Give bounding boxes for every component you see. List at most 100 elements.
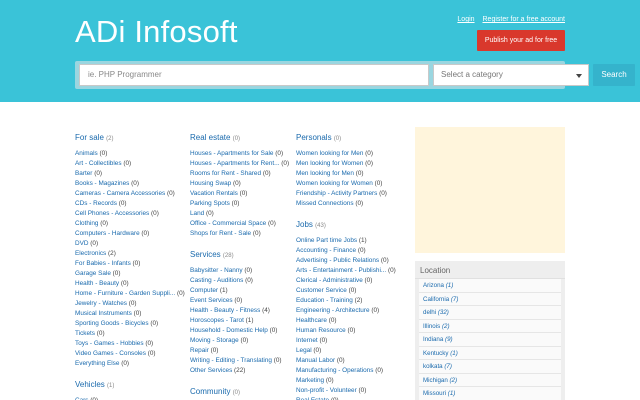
subcategory-link[interactable]: Human Resource (0) [296,326,396,336]
category-title-label: Services [190,250,221,259]
subcategory-link[interactable]: Vacation Rentals (0) [190,189,290,199]
publish-ad-button[interactable]: Publish your ad for free [477,30,565,51]
subcategory-link[interactable]: Legal (0) [296,346,396,356]
subcategory-link[interactable]: Manufacturing - Operations (0) [296,366,396,376]
site-logo[interactable]: ADi Infosoft [75,14,238,50]
subcategory-link[interactable]: Barter (0) [75,169,185,179]
subcategory-label: Manufacturing - Operations [296,367,374,374]
category-section-services: Services (28) Babysitter - Nanny (0) Casti… [190,249,290,376]
subcategory-link[interactable]: Marketing (0) [296,376,396,386]
location-item[interactable]: Arizona (1) [419,279,561,293]
subcategory-link[interactable]: Education - Training (2) [296,296,396,306]
subcategory-link[interactable]: Shops for Rent - Sale (0) [190,229,290,239]
subcategory-link[interactable]: Home - Furniture - Garden Suppli... (0) [75,289,185,299]
subcategory-link[interactable]: Non-profit - Volunteer (0) [296,386,396,396]
subcategory-link[interactable]: Cameras - Camera Accessories (0) [75,189,185,199]
category-title[interactable]: Jobs (43) [296,219,396,232]
subcategory-link[interactable]: Cars (0) [75,396,185,400]
subcategory-link[interactable]: Office - Commercial Space (0) [190,219,290,229]
subcategory-link[interactable]: Casting - Auditions (0) [190,276,290,286]
subcategory-link[interactable]: Rooms for Rent - Shared (0) [190,169,290,179]
subcategory-link[interactable]: Garage Sale (0) [75,269,185,279]
category-title[interactable]: Community (0) [190,386,290,399]
subcategory-link[interactable]: Manual Labor (0) [296,356,396,366]
subcategory-link[interactable]: Healthcare (0) [296,316,396,326]
location-item[interactable]: delhi (32) [419,306,561,320]
subcategory-link[interactable]: Video Games - Consoles (0) [75,349,185,359]
subcategory-link[interactable]: Everything Else (0) [75,359,185,369]
subcategory-link[interactable]: Engineering - Architecture (0) [296,306,396,316]
category-title[interactable]: Vehicles (1) [75,379,185,392]
subcategory-link[interactable]: Missed Connections (0) [296,199,396,209]
location-item[interactable]: California (7) [419,292,561,306]
subcategory-link[interactable]: Houses - Apartments for Sale (0) [190,149,290,159]
subcategory-link[interactable]: Women looking for Men (0) [296,149,396,159]
subcategory-link[interactable]: Event Services (0) [190,296,290,306]
subcategory-link[interactable]: Houses - Apartments for Rent... (0) [190,159,290,169]
subcategory-link[interactable]: Moving - Storage (0) [190,336,290,346]
subcategory-link[interactable]: Friendship - Activity Partners (0) [296,189,396,199]
subcategory-link[interactable]: CDs - Records (0) [75,199,185,209]
subcategory-link[interactable]: Tickets (0) [75,329,185,339]
subcategory-link[interactable]: Accounting - Finance (0) [296,246,396,256]
subcategory-link[interactable]: Men looking for Men (0) [296,169,396,179]
subcategory-link[interactable]: Repair (0) [190,346,290,356]
subcategory-link[interactable]: Men looking for Women (0) [296,159,396,169]
subcategory-link[interactable]: Books - Magazines (0) [75,179,185,189]
subcategory-count: (0) [206,210,214,217]
subcategory-link[interactable]: Computer (1) [190,286,290,296]
location-item[interactable]: Illinois (2) [419,319,561,333]
subcategory-label: Parking Spots [190,200,230,207]
subcategory-link[interactable]: DVD (0) [75,239,185,249]
subcategory-link[interactable]: Real Estate (0) [296,396,396,400]
subcategory-link[interactable]: Household - Domestic Help (0) [190,326,290,336]
category-title[interactable]: Real estate (0) [190,132,290,145]
register-link[interactable]: Register for a free account [483,16,566,23]
location-item[interactable]: Missouri (1) [419,387,561,400]
subcategory-link[interactable]: Health - Beauty - Fitness (4) [190,306,290,316]
chevron-down-icon [576,74,582,78]
subcategory-link[interactable]: Toys - Games - Hobbies (0) [75,339,185,349]
subcategory-link[interactable]: Other Services (22) [190,366,290,376]
category-title[interactable]: For sale (2) [75,132,185,145]
subcategory-link[interactable]: Women looking for Women (0) [296,179,396,189]
subcategory-link[interactable]: Animals (0) [75,149,185,159]
search-button[interactable]: Search [593,64,635,86]
subcategory-link[interactable]: Computers - Hardware (0) [75,229,185,239]
location-item[interactable]: kolkata (7) [419,360,561,374]
location-count: (9) [445,336,453,343]
subcategory-link[interactable]: Musical Instruments (0) [75,309,185,319]
subcategory-link[interactable]: For Babies - Infants (0) [75,259,185,269]
subcategory-link[interactable]: Internet (0) [296,336,396,346]
subcategory-link[interactable]: Land (0) [190,209,290,219]
subcategory-link[interactable]: Health - Beauty (0) [75,279,185,289]
subcategory-label: Everything Else [75,360,120,367]
subcategory-link[interactable]: Sporting Goods - Bicycles (0) [75,319,185,329]
subcategory-link[interactable]: Writing - Editing - Translating (0) [190,356,290,366]
category-select[interactable]: Select a category [433,64,589,86]
subcategory-link[interactable]: Clothing (0) [75,219,185,229]
subcategory-link[interactable]: Horoscopes - Tarot (1) [190,316,290,326]
subcategory-link[interactable]: Customer Service (0) [296,286,396,296]
location-item[interactable]: Kentucky (1) [419,346,561,360]
subcategory-link[interactable]: Jewelry - Watches (0) [75,299,185,309]
location-item[interactable]: Indiana (9) [419,333,561,347]
subcategory-link[interactable]: Advertising - Public Relations (0) [296,256,396,266]
category-title-label: For sale [75,133,104,142]
subcategory-link[interactable]: Online Part time Jobs (1) [296,236,396,246]
search-input[interactable]: ie. PHP Programmer [79,64,429,86]
location-count: (1) [450,349,458,357]
login-link[interactable]: Login [457,16,474,23]
subcategory-link[interactable]: Electronics (2) [75,249,185,259]
subcategory-link[interactable]: Arts - Entertainment - Publishi... (0) [296,266,396,276]
location-item[interactable]: Michigan (2) [419,373,561,387]
subcategory-link[interactable]: Clerical - Administrative (0) [296,276,396,286]
category-title[interactable]: Services (28) [190,249,290,262]
subcategory-label: DVD [75,240,89,247]
subcategory-link[interactable]: Parking Spots (0) [190,199,290,209]
subcategory-link[interactable]: Housing Swap (0) [190,179,290,189]
subcategory-link[interactable]: Art - Collectibles (0) [75,159,185,169]
subcategory-link[interactable]: Babysitter - Nanny (0) [190,266,290,276]
subcategory-link[interactable]: Cell Phones - Accessories (0) [75,209,185,219]
category-title[interactable]: Personals (0) [296,132,396,145]
